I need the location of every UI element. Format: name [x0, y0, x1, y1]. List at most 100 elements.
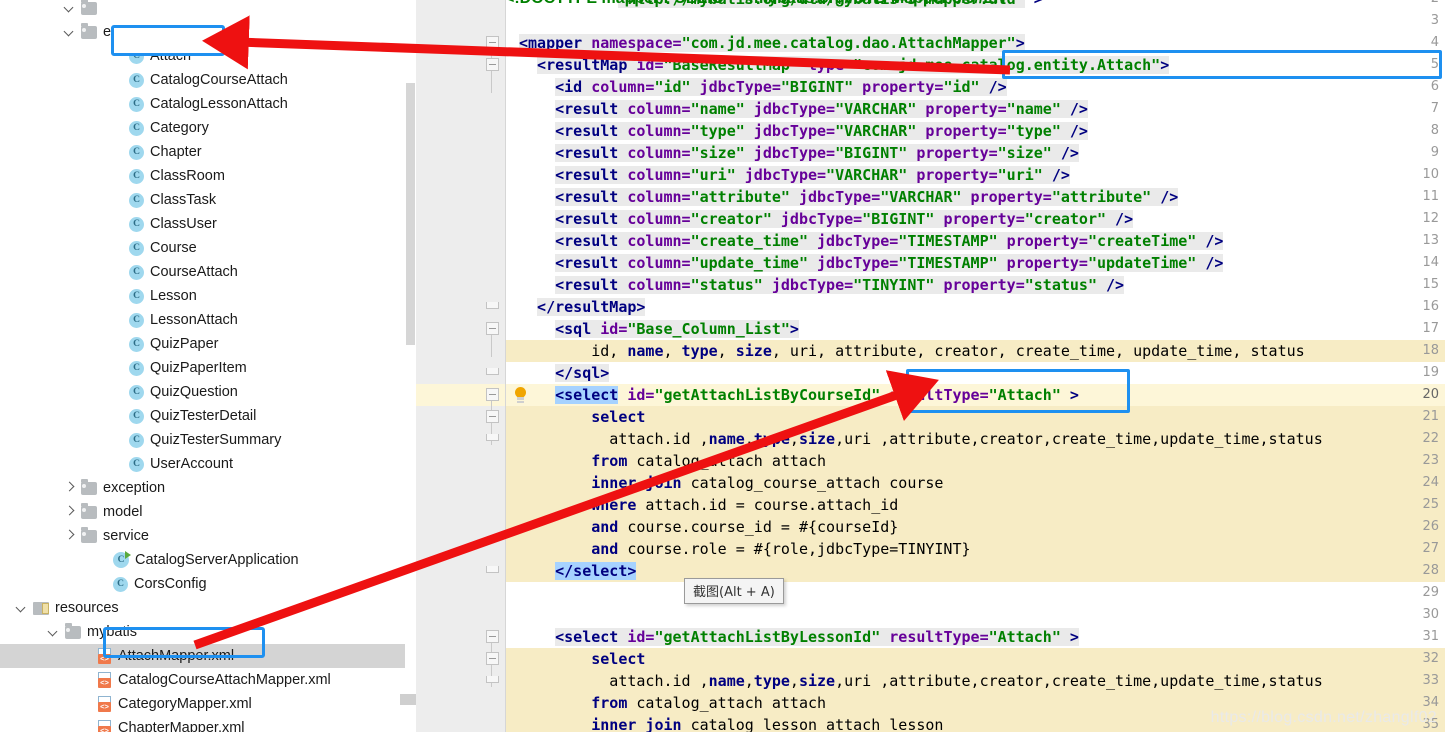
code-line[interactable]: where attach.id = course.attach_id	[591, 494, 898, 516]
code-line[interactable]: <result column="type" jdbcType="VARCHAR"…	[555, 120, 1088, 142]
fold-region-end-icon[interactable]	[486, 676, 499, 683]
tree-item-mybatis[interactable]: mybatis	[0, 620, 416, 644]
code-line[interactable]: <result column="status" jdbcType="TINYIN…	[555, 274, 1125, 296]
tree-item-clipped[interactable]	[0, 0, 416, 20]
tree-item-quizquestion[interactable]: C QuizQuestion	[0, 380, 416, 404]
code-token	[582, 78, 592, 96]
code-line[interactable]: </select>	[555, 560, 637, 582]
tree-scrollbar-thumb[interactable]	[406, 83, 415, 345]
code-line[interactable]: inner join catalog lesson attach lesson	[591, 714, 943, 732]
tree-item-label: QuizPaperItem	[150, 360, 247, 376]
fold-collapse-icon[interactable]	[486, 36, 499, 49]
code-line[interactable]: from catalog_attach attach	[591, 692, 826, 714]
fold-collapse-icon[interactable]	[486, 388, 499, 401]
tree-item-lesson[interactable]: C Lesson	[0, 284, 416, 308]
code-token: "updateTime"	[1087, 254, 1197, 272]
tree-item-attachmapper-xml[interactable]: AttachMapper.xml	[0, 644, 416, 668]
code-line[interactable]: </sql>	[555, 362, 610, 384]
code-line[interactable]: select	[591, 648, 645, 670]
tree-item-categorymapper-xml[interactable]: CategoryMapper.xml	[0, 692, 416, 716]
chevron-right-icon[interactable]	[64, 530, 76, 542]
tree-item-lessonattach[interactable]: C LessonAttach	[0, 308, 416, 332]
tree-item-chapter[interactable]: C Chapter	[0, 140, 416, 164]
fold-region-end-icon[interactable]	[486, 566, 499, 573]
code-line[interactable]: </resultMap>	[537, 296, 646, 318]
code-line[interactable]: and course.course_id = #{courseId}	[591, 516, 898, 538]
tree-item-course[interactable]: C Course	[0, 236, 416, 260]
tree-item-catalogcourseattachmapper-xml[interactable]: CatalogCourseAttachMapper.xml	[0, 668, 416, 692]
code-line[interactable]: attach.id ,name,type,size,uri ,attribute…	[609, 428, 1322, 450]
fold-region-end-icon[interactable]	[486, 368, 499, 375]
code-line[interactable]: <result column="update_time" jdbcType="T…	[555, 252, 1224, 274]
tree-item-classtask[interactable]: C ClassTask	[0, 188, 416, 212]
tree-item-quizpaper[interactable]: C QuizPaper	[0, 332, 416, 356]
project-tree-panel[interactable]: entity C Attach C CatalogCourseAttach C Catalo…	[0, 0, 416, 732]
code-editor[interactable]: 2345678910111213141516171819202122232425…	[416, 0, 1445, 732]
fold-region-end-icon[interactable]	[486, 434, 499, 441]
code-token: "status"	[690, 276, 763, 294]
code-token: "id"	[654, 78, 691, 96]
tree-item-exception[interactable]: exception	[0, 476, 416, 500]
chevron-down-icon[interactable]	[64, 26, 76, 38]
tree-item-catalogcourseattach[interactable]: C CatalogCourseAttach	[0, 68, 416, 92]
editor-code-area[interactable]: "http://mybatis.org/dtd/mybatis-3-mapper…	[505, 0, 1445, 732]
code-line[interactable]: <result column="create_time" jdbcType="T…	[555, 230, 1224, 252]
fold-collapse-icon[interactable]	[486, 322, 499, 335]
code-line[interactable]: <id column="id" jdbcType="BIGINT" proper…	[555, 76, 1007, 98]
editor-line-number-gutter[interactable]	[416, 0, 481, 732]
code-line[interactable]: <sql id="Base_Column_List">	[555, 318, 799, 340]
tree-item-quizpaperitem[interactable]: C QuizPaperItem	[0, 356, 416, 380]
code-line[interactable]: select	[591, 406, 645, 428]
code-token: property=	[916, 144, 998, 162]
code-line[interactable]: <result column="attribute" jdbcType="VAR…	[555, 186, 1179, 208]
code-line[interactable]: <result column="creator" jdbcType="BIGIN…	[555, 208, 1134, 230]
fold-collapse-icon[interactable]	[486, 58, 499, 71]
code-line[interactable]: inner join catalog_course_attach course	[591, 472, 943, 494]
tree-item-quiztesterdetail[interactable]: C QuizTesterDetail	[0, 404, 416, 428]
chevron-down-icon[interactable]	[16, 602, 28, 614]
code-token	[1042, 166, 1052, 184]
java-class-icon: C	[129, 384, 144, 400]
fold-collapse-icon[interactable]	[486, 652, 499, 665]
tree-item-category[interactable]: C Category	[0, 116, 416, 140]
code-token: name	[627, 342, 664, 360]
tree-item-quiztestersummary[interactable]: C QuizTesterSummary	[0, 428, 416, 452]
tree-item-classroom[interactable]: C ClassRoom	[0, 164, 416, 188]
tree-item-service[interactable]: service	[0, 524, 416, 548]
editor-fold-strip[interactable]	[481, 0, 506, 732]
code-line[interactable]: and course.role = #{role,jdbcType=TINYIN…	[591, 538, 970, 560]
code-line[interactable]: <result column="uri" jdbcType="VARCHAR" …	[555, 164, 1070, 186]
fold-region-end-icon[interactable]	[486, 302, 499, 309]
tree-item-label: QuizPaper	[150, 336, 219, 352]
chevron-right-icon[interactable]	[64, 482, 76, 494]
code-token: jdbcType=	[771, 276, 854, 294]
chevron-down-icon[interactable]	[64, 2, 76, 14]
code-line[interactable]: <mapper namespace="com.jd.mee.catalog.da…	[519, 32, 1025, 54]
code-line[interactable]: attach.id ,name,type,size,uri ,attribute…	[609, 670, 1322, 692]
code-line[interactable]: from catalog_attach attach	[591, 450, 826, 472]
tree-item-resources[interactable]: resources	[0, 596, 416, 620]
tree-item-chaptermapper-xml[interactable]: ChapterMapper.xml	[0, 716, 416, 732]
tree-item-cataloglessonattach[interactable]: C CatalogLessonAttach	[0, 92, 416, 116]
chevron-down-icon[interactable]	[48, 626, 60, 638]
code-line[interactable]: <select id="getAttachListByLessonId" res…	[555, 626, 1079, 648]
tree-item-model[interactable]: model	[0, 500, 416, 524]
fold-collapse-icon[interactable]	[486, 410, 499, 423]
folder-icon	[81, 478, 97, 495]
tree-item-classuser[interactable]: C ClassUser	[0, 212, 416, 236]
code-line[interactable]: <result column="size" jdbcType="BIGINT" …	[555, 142, 1079, 164]
code-token	[618, 122, 628, 140]
fold-collapse-icon[interactable]	[486, 630, 499, 643]
tree-item-corsconfig[interactable]: C CorsConfig	[0, 572, 416, 596]
tree-item-entity[interactable]: entity	[0, 20, 416, 44]
code-line[interactable]: <result column="name" jdbcType="VARCHAR"…	[555, 98, 1088, 120]
tree-item-useraccount[interactable]: C UserAccount	[0, 452, 416, 476]
code-line[interactable]: id, name, type, size, uri, attribute, cr…	[591, 340, 1304, 362]
code-token: "BaseResultMap"	[663, 56, 799, 74]
tree-horizontal-scrollbar-thumb[interactable]	[400, 694, 416, 705]
tree-item-courseattach[interactable]: C CourseAttach	[0, 260, 416, 284]
tree-item-catalogserverapplication[interactable]: C CatalogServerApplication	[0, 548, 416, 572]
tree-item-attach[interactable]: C Attach	[0, 44, 416, 68]
chevron-right-icon[interactable]	[64, 506, 76, 518]
java-class-icon: C	[129, 240, 144, 256]
